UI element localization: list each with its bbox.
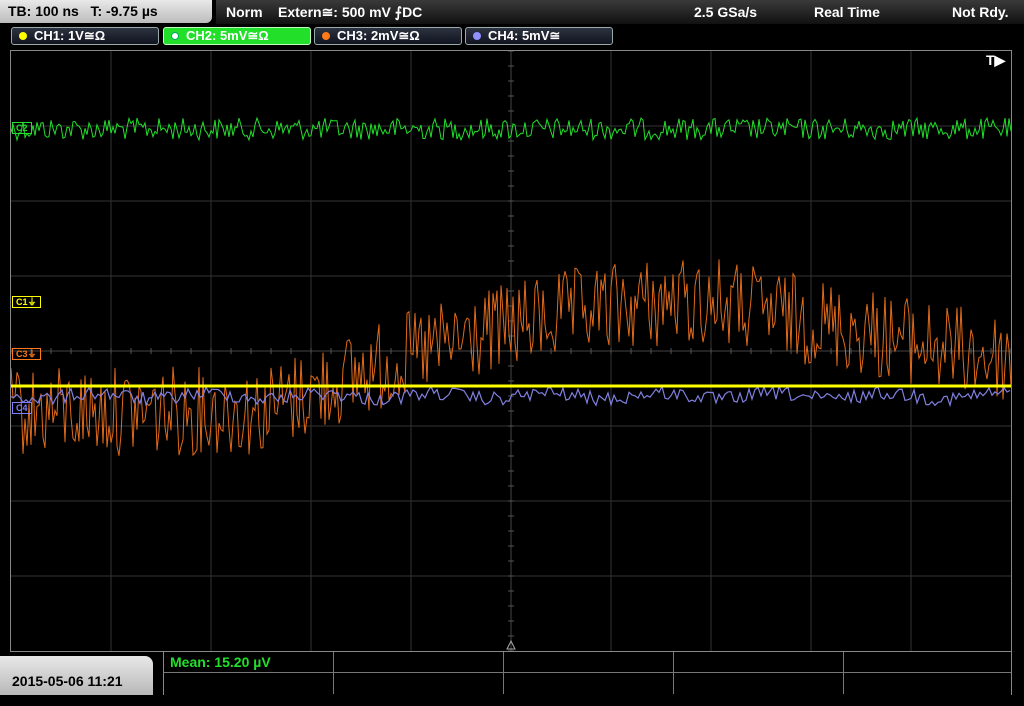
measurement-cell[interactable]: [334, 652, 504, 673]
channel-4-marker[interactable]: C4: [12, 402, 32, 414]
channel-4-dot-icon: [473, 32, 481, 40]
acquisition-mode: Real Time: [814, 4, 880, 20]
sample-rate: 2.5 GSa/s: [694, 4, 758, 20]
channel-1-label: CH1: 1V≅Ω: [34, 28, 106, 43]
measurement-cell[interactable]: [334, 673, 504, 694]
measurement-cell[interactable]: [674, 673, 844, 694]
channel-tabs: CH1: 1V≅Ω CH2: 5mV≅Ω CH3: 2mV≅Ω CH4: 5mV…: [0, 26, 1024, 48]
channel-2-marker[interactable]: C2: [12, 122, 32, 134]
channel-1-tab[interactable]: CH1: 1V≅Ω: [11, 27, 159, 45]
channel-2-tab[interactable]: CH2: 5mV≅Ω: [163, 27, 311, 45]
trigger-time-label: T: -9.75 µs: [90, 3, 158, 19]
measurement-panel[interactable]: Mean: 15.20 µV: [163, 652, 1012, 695]
acquisition-state: Not Rdy.: [952, 4, 1009, 20]
datetime-label: 2015-05-06 11:21: [12, 673, 123, 689]
measurement-cell[interactable]: [844, 652, 1011, 673]
measurement-cell[interactable]: [164, 673, 334, 694]
measurement-cell[interactable]: [844, 673, 1011, 694]
measurement-cell[interactable]: [504, 652, 674, 673]
datetime-box: 2015-05-06 11:21: [0, 656, 153, 695]
timebase-label: TB: 100 ns: [8, 3, 79, 19]
measurement-cell[interactable]: [504, 673, 674, 694]
channel-4-label: CH4: 5mV≅: [488, 28, 561, 43]
channel-3-label: CH3: 2mV≅Ω: [337, 28, 420, 43]
waveform-canvas: [11, 51, 1011, 651]
channel-2-dot-icon: [171, 32, 179, 40]
channel-3-tab[interactable]: CH3: 2mV≅Ω: [314, 27, 462, 45]
status-bar: TB: 100 ns T: -9.75 µs Norm Extern≅: 500…: [0, 0, 1024, 24]
channel-4-tab[interactable]: CH4: 5mV≅: [465, 27, 613, 45]
channel-3-marker[interactable]: C3⏚: [12, 348, 41, 360]
trigger-flag: T▶: [986, 52, 1006, 68]
timebase-box[interactable]: TB: 100 ns T: -9.75 µs: [0, 0, 212, 23]
measurement-cell[interactable]: Mean: 15.20 µV: [164, 652, 334, 673]
channel-2-label: CH2: 5mV≅Ω: [186, 28, 269, 43]
measurement-cell[interactable]: [674, 652, 844, 673]
channel-1-dot-icon: [19, 32, 27, 40]
channel-1-marker[interactable]: C1⏚: [12, 296, 41, 308]
channel-3-dot-icon: [322, 32, 330, 40]
waveform-display[interactable]: [10, 50, 1012, 652]
trigger-mode[interactable]: Norm: [226, 0, 263, 24]
mean-measurement: Mean: 15.20 µV: [170, 654, 271, 670]
trigger-source[interactable]: Extern≅: 500 mV ⨍DC: [278, 0, 422, 24]
